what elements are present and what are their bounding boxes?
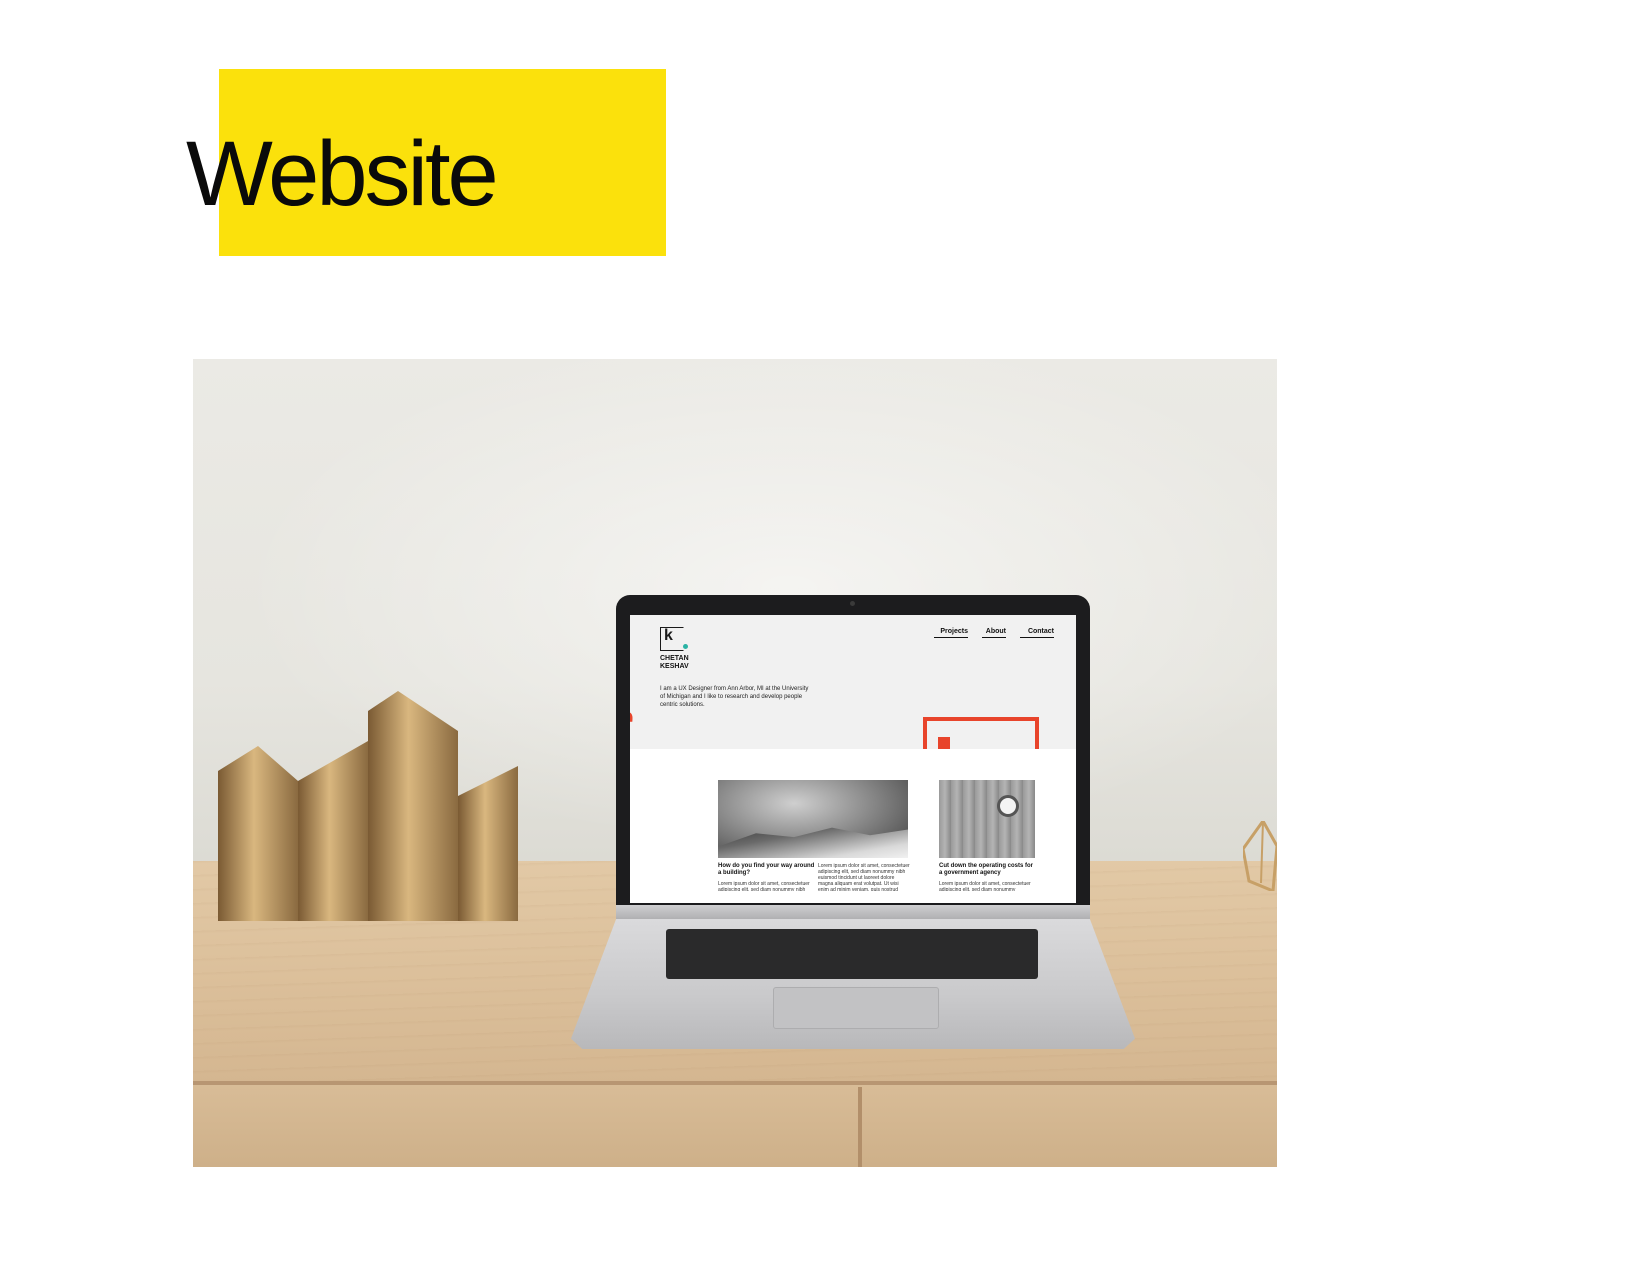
trackpad <box>773 987 939 1029</box>
geometric-ornament-decor <box>1243 821 1277 891</box>
laptop-lid: k CHETAN KESHAV Projects About Contact I… <box>616 595 1090 919</box>
accent-square <box>938 737 950 749</box>
project-text-1b: Lorem ipsum dolor sit amet, consectetuer… <box>818 863 910 891</box>
nav-about[interactable]: About <box>982 628 1006 638</box>
site-intro: I am a UX Designer from Ann Arbor, MI at… <box>660 686 809 708</box>
vase-3 <box>368 691 458 921</box>
project-image-2[interactable] <box>939 780 1035 858</box>
logo-dot <box>683 644 688 649</box>
site-name: CHETAN KESHAV <box>660 655 689 671</box>
project-title-2[interactable]: Cut down the operating costs for a gover… <box>939 863 1035 877</box>
vase-1 <box>218 746 298 921</box>
desk-drawer-front <box>193 1085 1277 1167</box>
nav-projects[interactable]: Projects <box>934 628 968 638</box>
drawer-divider <box>858 1087 862 1167</box>
logo-letter: k <box>664 627 673 644</box>
project-image-1-rocks <box>718 827 908 858</box>
site-nav: Projects About Contact <box>934 628 1054 638</box>
project-image-1[interactable] <box>718 780 908 858</box>
site-name-line2: KESHAV <box>660 663 689 670</box>
brass-vases-decor <box>218 691 518 921</box>
project-text-1: Lorem ipsum dolor sit amet, consectetuer… <box>718 881 810 891</box>
project-text-2: Lorem ipsum dolor sit amet, consectetuer… <box>939 881 1031 891</box>
vase-2 <box>298 741 368 921</box>
keyboard <box>666 929 1038 979</box>
camera-icon <box>850 601 855 606</box>
laptop-screen: k CHETAN KESHAV Projects About Contact I… <box>630 615 1076 903</box>
vase-4 <box>458 766 518 921</box>
laptop-mockup-photo: k CHETAN KESHAV Projects About Contact I… <box>193 359 1277 1167</box>
site-name-line1: CHETAN <box>660 655 689 662</box>
page-title: Website <box>186 123 499 225</box>
project-title-1[interactable]: How do you find your way around a buildi… <box>718 863 818 877</box>
nav-contact[interactable]: Contact <box>1020 628 1054 638</box>
clock-icon <box>997 795 1019 817</box>
